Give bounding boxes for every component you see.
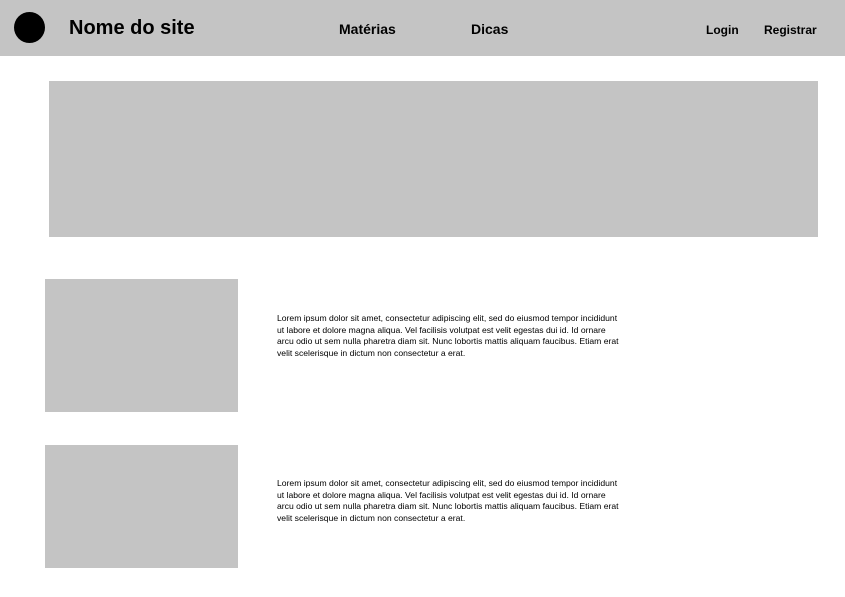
register-link[interactable]: Registrar — [764, 21, 817, 39]
site-header: Nome do site Matérias Dicas Login Regist… — [0, 0, 845, 56]
login-link[interactable]: Login — [706, 21, 739, 39]
article-image-placeholder[interactable] — [45, 279, 238, 412]
article-excerpt: Lorem ipsum dolor sit amet, consectetur … — [277, 478, 619, 523]
hero-banner-placeholder — [49, 81, 818, 237]
nav-link-materias[interactable]: Matérias — [339, 19, 396, 39]
article-excerpt: Lorem ipsum dolor sit amet, consectetur … — [277, 313, 619, 358]
site-name[interactable]: Nome do site — [69, 14, 195, 42]
circle-logo-icon[interactable] — [14, 12, 45, 43]
nav-link-dicas[interactable]: Dicas — [471, 19, 508, 39]
article-image-placeholder[interactable] — [45, 445, 238, 568]
